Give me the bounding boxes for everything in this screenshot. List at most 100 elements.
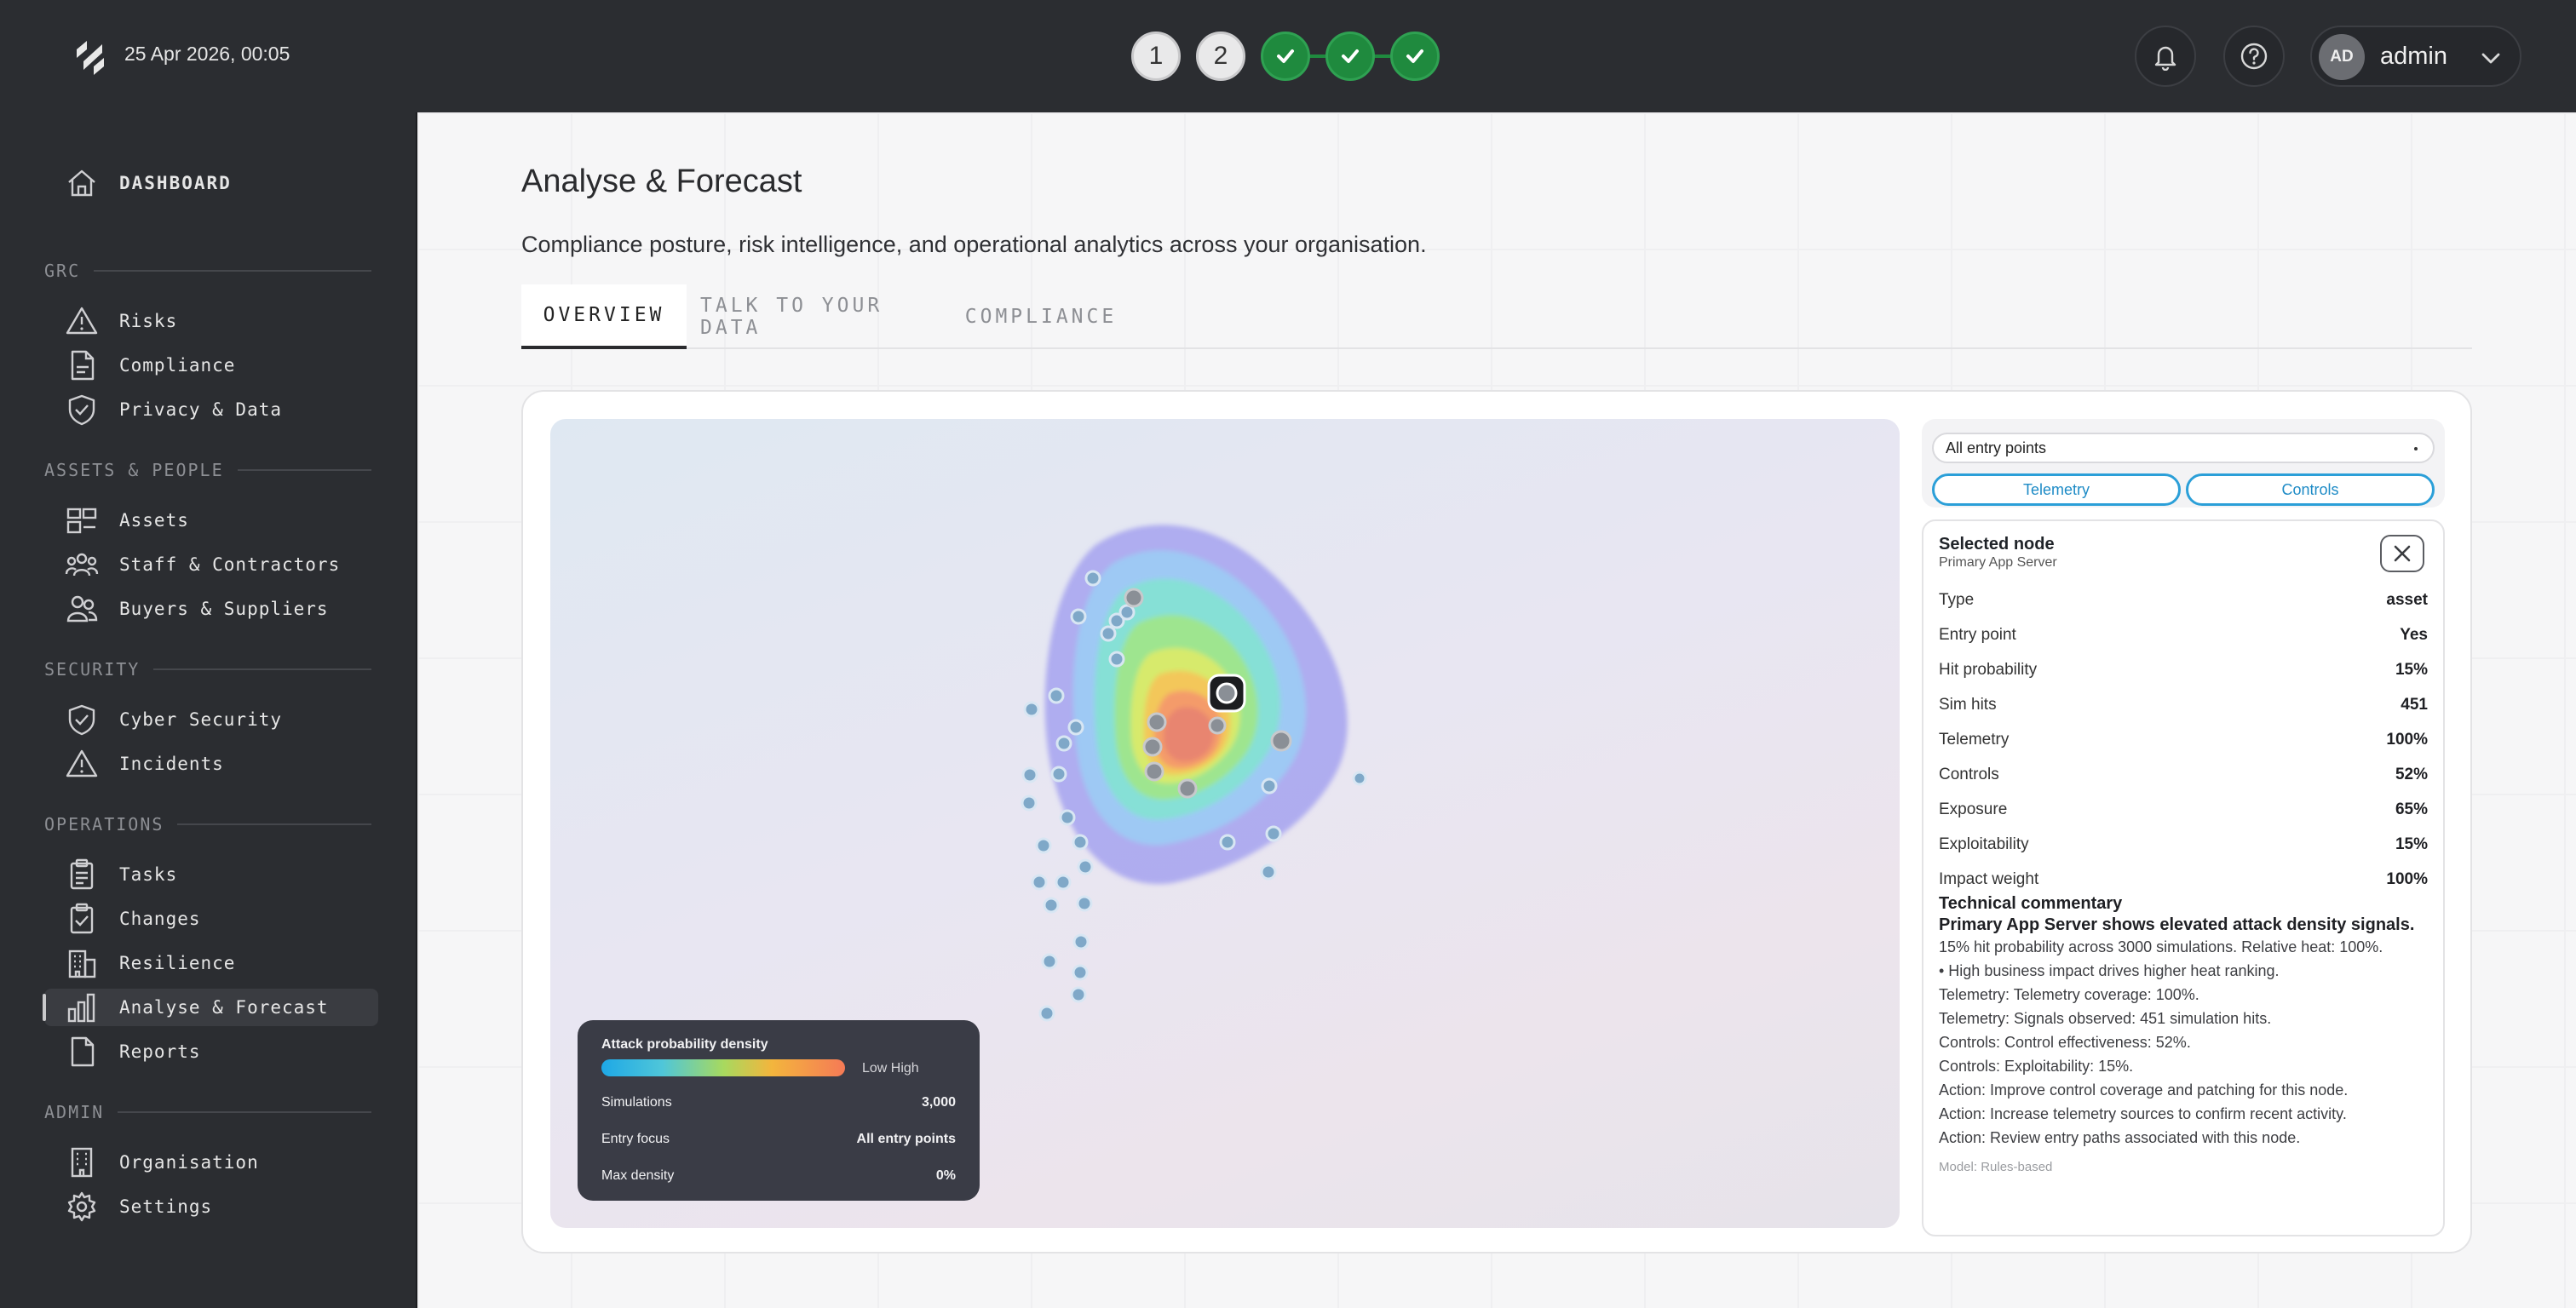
sidebar-item-analyse-forecast[interactable]: Analyse & Forecast [43, 989, 378, 1026]
legend-title: Attack probability density [601, 1037, 768, 1052]
divider [118, 1111, 371, 1113]
sidebar-item-label: Risks [119, 311, 178, 331]
legend-gradient [601, 1059, 845, 1076]
sidebar-item-label: DASHBOARD [119, 173, 232, 193]
section-admin: ADMIN [44, 1102, 371, 1122]
legend-row-simulations: Simulations 3,000 [601, 1095, 956, 1110]
users-icon [63, 546, 101, 583]
sidebar-item-label: Staff & Contractors [119, 554, 341, 575]
select-indicator-icon [2414, 447, 2418, 450]
sidebar-item-label: Reports [119, 1041, 201, 1062]
sidebar-item-label: Cyber Security [119, 709, 283, 730]
home-icon [63, 164, 101, 202]
sidebar-item-staff[interactable]: Staff & Contractors [44, 546, 378, 583]
field-label: Type [1939, 591, 1975, 609]
attack-density-map[interactable]: Attack probability density Low High Simu… [550, 419, 1900, 1228]
sidebar-item-compliance[interactable]: Compliance [44, 347, 378, 384]
sidebar-item-tasks[interactable]: Tasks [44, 856, 378, 893]
legend-scale-label: Low High [862, 1061, 919, 1076]
step-5[interactable] [1390, 32, 1440, 81]
commentary-line: Telemetry: Signals observed: 451 simulat… [1939, 1010, 2272, 1027]
sidebar-item-incidents[interactable]: Incidents [44, 745, 378, 783]
section-title: SECURITY [44, 659, 141, 680]
notifications-button[interactable] [2135, 26, 2196, 87]
commentary-line: Action: Increase telemetry sources to co… [1939, 1105, 2347, 1122]
sidebar-item-reports[interactable]: Reports [44, 1033, 378, 1070]
shield-check-icon [63, 701, 101, 738]
sidebar-item-label: Tasks [119, 864, 178, 885]
legend-label: Max density [601, 1168, 675, 1183]
clipboard-icon [63, 856, 101, 893]
section-title: GRC [44, 261, 81, 281]
chevron-down-icon [2481, 53, 2500, 64]
step-2[interactable]: 2 [1196, 32, 1245, 81]
sidebar-item-label: Buyers & Suppliers [119, 599, 329, 619]
sidebar-item-organisation[interactable]: Organisation [44, 1144, 378, 1181]
sidebar-item-risks[interactable]: Risks [44, 302, 378, 340]
commentary-line: Controls: Exploitability: 15%. [1939, 1058, 2134, 1075]
field-label: Exposure [1939, 800, 2008, 818]
field-value: Yes [2400, 626, 2428, 644]
close-button[interactable] [2380, 535, 2424, 572]
divider [153, 668, 371, 670]
commentary-title: Technical commentary [1939, 894, 2123, 913]
telemetry-button[interactable]: Telemetry [1932, 473, 2181, 506]
legend-row-entry-focus: Entry focus All entry points [601, 1132, 956, 1147]
step-1[interactable]: 1 [1131, 32, 1181, 81]
logo-icon[interactable] [72, 37, 109, 75]
legend-label: Simulations [601, 1095, 672, 1110]
selected-node-marker [1207, 674, 1246, 713]
check-icon [1406, 49, 1423, 63]
tab-compliance[interactable]: COMPLIANCE [964, 284, 1118, 349]
step-4[interactable] [1325, 32, 1375, 81]
sidebar-item-label: Compliance [119, 355, 236, 376]
field-label: Impact weight [1939, 870, 2039, 888]
section-assets-people: ASSETS & PEOPLE [44, 460, 371, 480]
check-icon [1277, 49, 1294, 63]
sidebar-item-dashboard[interactable]: DASHBOARD [44, 164, 378, 202]
field-value: 100% [2386, 870, 2428, 888]
density-legend: Attack probability density Low High Simu… [578, 1020, 980, 1201]
bar-chart-icon [63, 989, 101, 1026]
field-value: asset [2386, 591, 2428, 609]
sidebar-item-label: Privacy & Data [119, 399, 283, 420]
sidebar-item-privacy[interactable]: Privacy & Data [44, 391, 378, 428]
forecast-card: Attack probability density Low High Simu… [521, 390, 2472, 1254]
sidebar-item-changes[interactable]: Changes [44, 900, 378, 938]
section-operations: OPERATIONS [44, 814, 371, 835]
tab-overview[interactable]: OVERVIEW [521, 284, 687, 349]
assets-icon [63, 502, 101, 539]
sidebar-item-label: Settings [119, 1196, 213, 1217]
sidebar-item-assets[interactable]: Assets [44, 502, 378, 539]
field-type: Type asset [1939, 591, 2428, 610]
node-details-heading: Selected node [1939, 535, 2055, 554]
filter-panel: All entry points Telemetry Controls [1922, 419, 2445, 508]
step-2-label: 2 [1213, 42, 1228, 70]
user-menu[interactable]: AD admin [2310, 26, 2521, 87]
field-value: 451 [2401, 696, 2428, 714]
sidebar-item-cyber-security[interactable]: Cyber Security [44, 701, 378, 738]
sidebar-item-settings[interactable]: Settings [44, 1188, 378, 1225]
entry-point-select[interactable]: All entry points [1932, 433, 2435, 463]
sidebar: DASHBOARD GRC Risks Compliance Privacy &… [0, 112, 417, 1308]
technical-commentary: Technical commentary Primary App Server … [1939, 894, 2433, 1174]
sidebar-item-label: Analyse & Forecast [119, 997, 329, 1018]
entry-point-select-value: All entry points [1946, 439, 2047, 456]
section-title: ASSETS & PEOPLE [44, 460, 224, 480]
legend-value: 3,000 [921, 1095, 956, 1110]
divider [94, 270, 371, 272]
section-grc: GRC [44, 261, 371, 281]
sidebar-item-resilience[interactable]: Resilience [44, 944, 378, 982]
sidebar-item-label: Incidents [119, 754, 224, 774]
controls-button[interactable]: Controls [2186, 473, 2435, 506]
field-label: Hit probability [1939, 661, 2038, 679]
tab-talk-to-your-data[interactable]: TALK TO YOUR DATA [700, 284, 925, 349]
step-3[interactable] [1261, 32, 1310, 81]
field-label: Sim hits [1939, 696, 1997, 714]
help-button[interactable] [2223, 26, 2285, 87]
check-icon [1342, 49, 1359, 63]
datetime: 25 Apr 2026, 00:05 [124, 43, 290, 65]
sidebar-item-buyers[interactable]: Buyers & Suppliers [44, 590, 378, 628]
field-hit-probability: Hit probability 15% [1939, 661, 2428, 680]
commentary-line: Telemetry: Telemetry coverage: 100%. [1939, 986, 2199, 1003]
